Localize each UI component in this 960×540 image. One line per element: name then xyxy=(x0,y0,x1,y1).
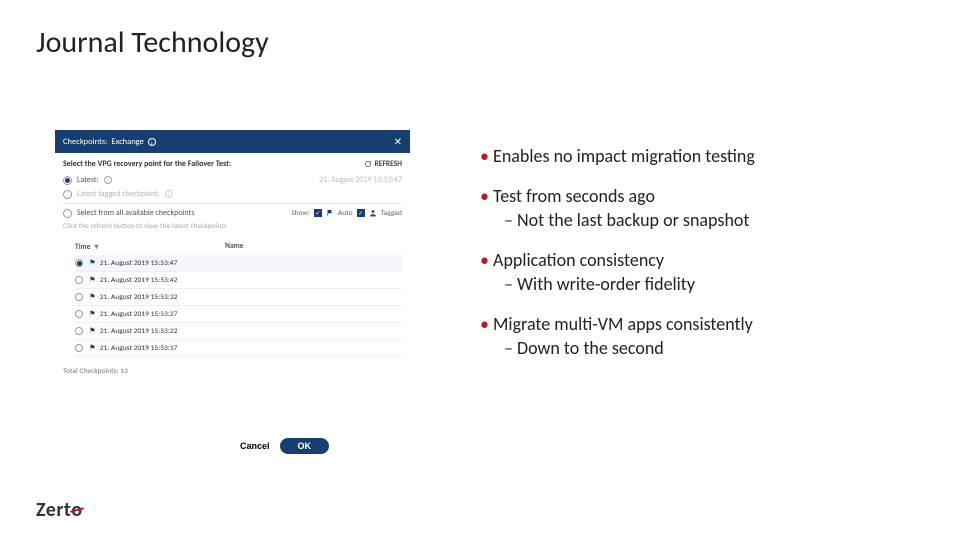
refresh-label: REFRESH xyxy=(375,160,402,169)
checkpoint-dialog: Checkpoints: Exchange i ✕ Select the VPG… xyxy=(55,130,410,378)
info-icon: i xyxy=(148,138,156,146)
logo-text: Zert xyxy=(36,498,71,522)
radio-select-all[interactable]: Select from all available checkpoints Sh… xyxy=(63,208,402,218)
radio-icon xyxy=(75,259,83,267)
checkbox-icon[interactable]: ✓ xyxy=(357,209,365,217)
bullet-text: Migrate multi-VM apps consistently xyxy=(493,313,753,335)
dialog-footer: Cancel OK xyxy=(240,438,329,454)
zerto-logo: Zerto xyxy=(36,498,83,522)
show-filters: Show: ✓ Auto ✓ Tagged xyxy=(291,209,402,218)
total-value: 13 xyxy=(120,367,128,376)
flag-icon: ⚑ xyxy=(89,343,96,353)
bullet-item: Test from seconds ago Not the last backu… xyxy=(480,185,880,231)
col-time-label: Time xyxy=(75,243,90,252)
dialog-title: Checkpoints: Exchange i xyxy=(63,137,156,147)
row-timestamp: 21. August 2019 15:53:27 xyxy=(100,310,178,319)
dialog-body: Select the VPG recovery point for the Fa… xyxy=(55,153,410,378)
latest-tagged-label: Latest tagged checkpoint: xyxy=(77,189,160,199)
divider xyxy=(63,203,402,204)
checkpoint-table: Time ▾ Name ⚑ 21. August 2019 15:53:47 ⚑… xyxy=(63,239,402,357)
flag-icon xyxy=(326,209,334,217)
total-label: Total Checkpoints: xyxy=(63,367,119,376)
radio-latest[interactable]: Latest: i 21. August 2019 15:53:47 xyxy=(63,175,402,185)
cancel-button[interactable]: Cancel xyxy=(240,441,270,451)
table-row[interactable]: ⚑ 21. August 2019 15:53:27 xyxy=(75,306,402,323)
dialog-header: Checkpoints: Exchange i ✕ xyxy=(55,130,410,153)
radio-icon xyxy=(75,310,83,318)
radio-icon xyxy=(75,293,83,301)
radio-icon xyxy=(75,276,83,284)
sub-bullet-item: With write-order fidelity xyxy=(504,273,880,295)
flag-icon: ⚑ xyxy=(89,292,96,302)
select-all-label: Select from all available checkpoints xyxy=(77,208,194,218)
radio-icon xyxy=(63,190,72,199)
latest-label: Latest: xyxy=(77,175,99,185)
sort-down-icon: ▾ xyxy=(94,242,98,252)
flag-icon: ⚑ xyxy=(89,258,96,268)
row-timestamp: 21. August 2019 15:53:47 xyxy=(100,259,178,268)
table-row[interactable]: ⚑ 21. August 2019 15:53:22 xyxy=(75,323,402,340)
sub-bullet-item: Down to the second xyxy=(504,337,880,359)
logo-o: o xyxy=(71,498,82,522)
header-prefix: Checkpoints: xyxy=(63,137,107,147)
bullet-text: Enables no impact migration testing xyxy=(493,145,755,167)
bullet-item: Migrate multi-VM apps consistently Down … xyxy=(480,313,880,359)
total-checkpoints: Total Checkpoints: 13 xyxy=(63,365,402,376)
bullet-item: Enables no impact migration testing xyxy=(480,145,880,167)
checkbox-icon[interactable]: ✓ xyxy=(314,209,322,217)
row-timestamp: 21. August 2019 15:53:42 xyxy=(100,276,178,285)
filter-auto-label: Auto xyxy=(338,209,353,218)
table-header: Time ▾ Name xyxy=(75,239,402,255)
table-row[interactable]: ⚑ 21. August 2019 15:53:47 xyxy=(75,255,402,272)
col-name-header[interactable]: Name xyxy=(225,242,402,252)
bullet-item: Application consistency With write-order… xyxy=(480,249,880,295)
row-timestamp: 21. August 2019 15:53:32 xyxy=(100,293,178,302)
flag-icon: ⚑ xyxy=(89,326,96,336)
row-timestamp: 21. August 2019 15:53:22 xyxy=(100,327,178,336)
table-row[interactable]: ⚑ 21. August 2019 15:53:42 xyxy=(75,272,402,289)
row-timestamp: 21. August 2019 15:53:17 xyxy=(100,344,178,353)
latest-timestamp: 21. August 2019 15:53:47 xyxy=(319,175,402,185)
info-icon: i xyxy=(104,176,112,184)
user-icon xyxy=(369,209,377,217)
radio-icon xyxy=(75,344,83,352)
radio-icon xyxy=(63,209,72,218)
bullet-list: Enables no impact migration testing Test… xyxy=(480,145,880,377)
refresh-button[interactable]: REFRESH xyxy=(364,160,402,169)
ok-button[interactable]: OK xyxy=(280,438,330,454)
slide-title: Journal Technology xyxy=(36,24,269,61)
header-name: Exchange xyxy=(111,137,143,147)
sub-bullet-text: With write-order fidelity xyxy=(517,273,695,295)
show-label: Show: xyxy=(291,209,310,218)
sub-bullet-text: Down to the second xyxy=(517,337,664,359)
radio-icon xyxy=(75,327,83,335)
flag-icon: ⚑ xyxy=(89,275,96,285)
radio-icon xyxy=(63,176,72,185)
table-row[interactable]: ⚑ 21. August 2019 15:53:32 xyxy=(75,289,402,306)
sub-bullet-item: Not the last backup or snapshot xyxy=(504,209,880,231)
bullet-text: Application consistency xyxy=(493,249,664,271)
filter-tagged-label: Tagged xyxy=(381,209,402,218)
table-row[interactable]: ⚑ 21. August 2019 15:53:17 xyxy=(75,340,402,357)
flag-icon: ⚑ xyxy=(89,309,96,319)
refresh-hint: Click the refresh button to view the lat… xyxy=(63,222,402,231)
refresh-icon xyxy=(364,160,372,168)
info-icon: i xyxy=(165,190,173,198)
col-time-header[interactable]: Time ▾ xyxy=(75,242,225,252)
bullet-text: Test from seconds ago xyxy=(493,185,655,207)
sub-bullet-text: Not the last backup or snapshot xyxy=(517,209,749,231)
dialog-subtitle: Select the VPG recovery point for the Fa… xyxy=(63,159,231,169)
radio-latest-tagged[interactable]: Latest tagged checkpoint: i xyxy=(63,189,402,199)
close-icon[interactable]: ✕ xyxy=(394,135,402,148)
